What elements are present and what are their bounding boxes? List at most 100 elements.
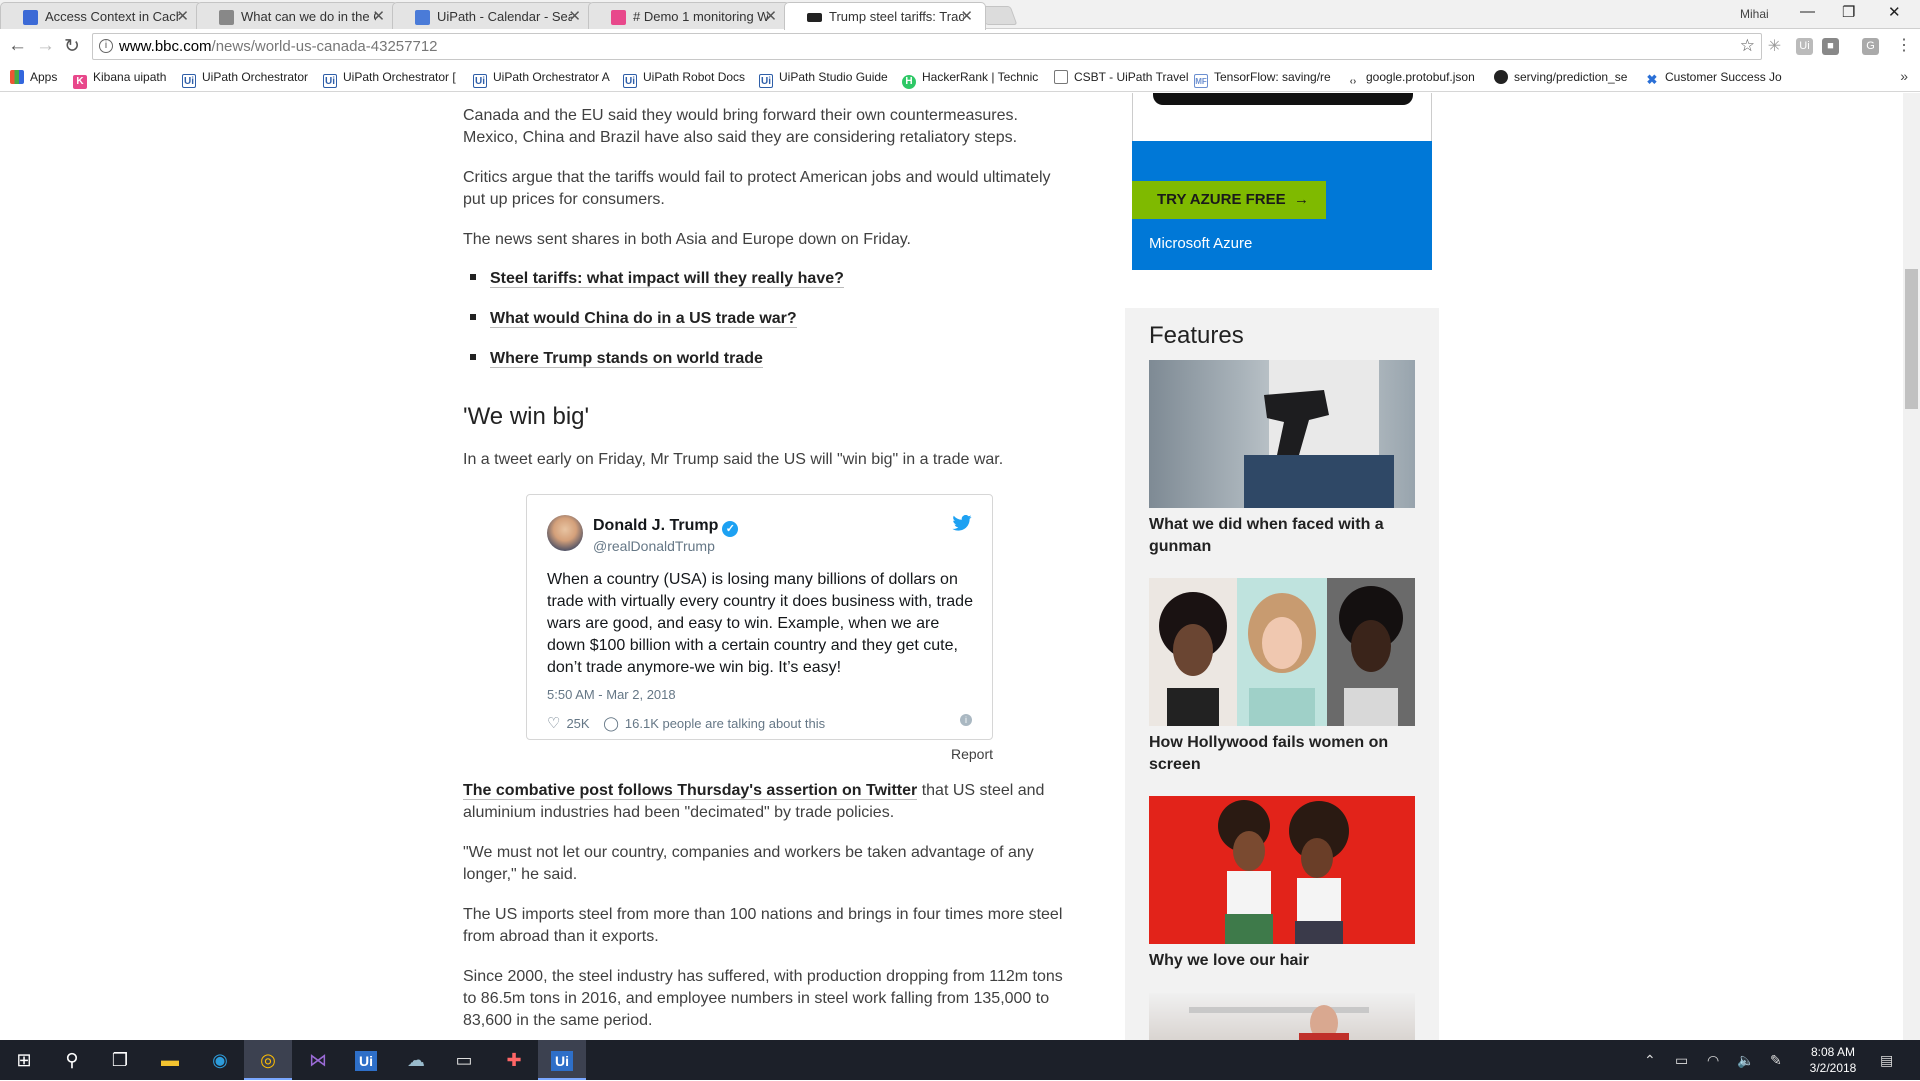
- bookmark-apps[interactable]: Apps: [10, 70, 57, 84]
- bookmark-star-icon[interactable]: ☆: [1740, 36, 1755, 56]
- close-icon[interactable]: ✕: [764, 7, 777, 25]
- inline-link[interactable]: The combative post follows Thursday's as…: [463, 782, 918, 800]
- feature-image-partial[interactable]: [1149, 993, 1415, 1040]
- taskbar-clock[interactable]: 8:08 AM 3/2/2018: [1800, 1044, 1866, 1076]
- bookmark-label: Customer Success Jo: [1665, 70, 1782, 84]
- related-link-item[interactable]: Steel tariffs: what impact will they rea…: [470, 270, 844, 288]
- ad-image[interactable]: [1132, 93, 1432, 141]
- feature-caption[interactable]: How Hollywood fails women on screen: [1149, 732, 1415, 776]
- uipath-robot-icon[interactable]: Ui: [538, 1040, 586, 1080]
- bookmark-orchestrator-1[interactable]: Ui UiPath Orchestrator: [182, 70, 308, 88]
- more-bookmarks-icon[interactable]: »: [1900, 68, 1908, 84]
- feature-caption[interactable]: What we did when faced with a gunman: [1149, 514, 1415, 558]
- tab-2[interactable]: UiPath - Calendar - Sear ✕: [392, 2, 594, 29]
- extension-icon[interactable]: ■: [1822, 38, 1839, 55]
- kibana-icon: K: [73, 75, 87, 89]
- report-link[interactable]: Report: [951, 746, 993, 762]
- menu-kebab-icon[interactable]: ⋮: [1896, 35, 1912, 55]
- close-icon[interactable]: ✕: [176, 7, 189, 25]
- scrollbar-thumb[interactable]: [1905, 269, 1918, 409]
- bookmark-label: Kibana uipath: [93, 70, 167, 84]
- search-icon[interactable]: ⚲: [48, 1040, 96, 1080]
- file-explorer-icon[interactable]: ▬: [146, 1040, 194, 1080]
- feature-caption[interactable]: Why we love our hair: [1149, 950, 1415, 972]
- related-link-item[interactable]: Where Trump stands on world trade: [470, 350, 763, 368]
- back-icon[interactable]: ←: [8, 35, 27, 57]
- close-icon[interactable]: ✕: [960, 7, 973, 25]
- talking-count[interactable]: 16.1K people are talking about this: [625, 716, 825, 731]
- twitter-bird-icon[interactable]: [952, 514, 972, 531]
- like-count[interactable]: 25K: [566, 716, 589, 731]
- hackerrank-icon: H: [902, 75, 916, 89]
- browser-toolbar: ← → ↻ i www.bbc.com/news/world-us-canada…: [0, 29, 1920, 64]
- bookmark-customer-success[interactable]: ✖ Customer Success Jo: [1645, 70, 1782, 87]
- wifi-icon[interactable]: ◠: [1707, 1052, 1719, 1069]
- tweet-timestamp[interactable]: 5:50 AM - Mar 2, 2018: [547, 687, 676, 702]
- close-window-icon[interactable]: ✕: [1888, 3, 1901, 21]
- forward-icon[interactable]: →: [36, 35, 55, 57]
- url-path: /news/world-us-canada-43257712: [211, 38, 438, 55]
- task-view-icon[interactable]: ❐: [96, 1040, 144, 1080]
- vertical-scrollbar[interactable]: [1903, 93, 1920, 1040]
- tweet-author[interactable]: Donald J. Trump ✓: [593, 517, 739, 537]
- app-icon[interactable]: ✚: [490, 1040, 538, 1080]
- bookmark-csbt[interactable]: CSBT - UiPath Travel: [1054, 70, 1188, 84]
- windows-start-icon[interactable]: ⊞: [0, 1040, 48, 1080]
- tab-3[interactable]: # Demo 1 monitoring W ✕: [588, 2, 790, 29]
- reload-icon[interactable]: ↻: [64, 35, 80, 58]
- volume-icon[interactable]: 🔈: [1737, 1052, 1754, 1069]
- related-link[interactable]: Where Trump stands on world trade: [490, 350, 763, 368]
- close-icon[interactable]: ✕: [568, 7, 581, 25]
- extension-spark-icon[interactable]: ✳: [1766, 38, 1783, 55]
- related-link-item[interactable]: What would China do in a US trade war?: [470, 310, 797, 328]
- uipath-extension-icon[interactable]: Ui: [1796, 38, 1813, 55]
- try-azure-button[interactable]: TRY AZURE FREE →: [1132, 181, 1326, 219]
- chrome-icon[interactable]: ◎: [244, 1040, 292, 1080]
- edge-icon[interactable]: ◉: [196, 1040, 244, 1080]
- info-icon[interactable]: i: [960, 714, 972, 726]
- profile-name[interactable]: Mihai: [1740, 7, 1769, 21]
- tweet-handle[interactable]: @realDonaldTrump: [593, 538, 715, 554]
- bookmark-serving[interactable]: serving/prediction_se: [1494, 70, 1627, 84]
- minimize-icon[interactable]: —: [1800, 3, 1815, 20]
- feature-image-hollywood[interactable]: [1149, 578, 1415, 726]
- pen-icon[interactable]: ✎: [1770, 1052, 1782, 1069]
- feature-image-hair[interactable]: [1149, 796, 1415, 944]
- notification-center-icon[interactable]: ▤: [1880, 1052, 1893, 1069]
- uipath-icon: Ui: [473, 74, 487, 88]
- ad-brand: Microsoft Azure: [1149, 235, 1253, 252]
- grammarly-extension-icon[interactable]: G: [1862, 38, 1879, 55]
- command-prompt-icon[interactable]: ▭: [440, 1040, 488, 1080]
- azure-ad[interactable]: TRY AZURE FREE → Microsoft Azure: [1132, 141, 1432, 270]
- tweet-author-name[interactable]: Donald J. Trump: [593, 517, 718, 534]
- heart-icon[interactable]: ♡: [547, 715, 560, 732]
- address-bar[interactable]: i www.bbc.com/news/world-us-canada-43257…: [92, 33, 1762, 60]
- restore-icon[interactable]: ❐: [1842, 3, 1855, 21]
- bookmark-robot-docs[interactable]: Ui UiPath Robot Docs: [623, 70, 745, 88]
- network-app-icon[interactable]: ☁: [392, 1040, 440, 1080]
- close-icon[interactable]: ✕: [372, 7, 385, 25]
- ad-device-graphic: [1153, 93, 1413, 105]
- uipath-studio-icon[interactable]: Ui: [342, 1040, 390, 1080]
- visual-studio-icon[interactable]: ⋈: [294, 1040, 342, 1080]
- avatar[interactable]: [547, 515, 583, 551]
- tab-1[interactable]: What can we do in the C ✕: [196, 2, 398, 29]
- bookmark-protobuf[interactable]: ‹› google.protobuf.json: [1346, 70, 1475, 89]
- show-hidden-icons-chevron-icon[interactable]: ⌃: [1644, 1052, 1656, 1069]
- bookmark-orchestrator-3[interactable]: Ui UiPath Orchestrator A: [473, 70, 610, 88]
- bookmark-hackerrank[interactable]: H HackerRank | Technic: [902, 70, 1038, 89]
- feature-image-gunman[interactable]: [1149, 360, 1415, 508]
- related-link[interactable]: Steel tariffs: what impact will they rea…: [490, 270, 844, 288]
- battery-icon[interactable]: ▭: [1675, 1052, 1688, 1069]
- related-link[interactable]: What would China do in a US trade war?: [490, 310, 797, 328]
- tab-strip: Access Context in Cache ✕ What can we do…: [0, 0, 1920, 30]
- tab-4-active[interactable]: Trump steel tariffs: Trade ✕: [784, 2, 986, 30]
- info-icon[interactable]: i: [99, 39, 113, 53]
- bookmark-orchestrator-2[interactable]: Ui UiPath Orchestrator [: [323, 70, 456, 88]
- bookmark-tensorflow[interactable]: MF TensorFlow: saving/re: [1194, 70, 1331, 88]
- tab-favicon: [415, 10, 430, 25]
- tab-0[interactable]: Access Context in Cache ✕: [0, 2, 202, 29]
- bookmark-studio-guide[interactable]: Ui UiPath Studio Guide: [759, 70, 888, 88]
- reply-bubble-icon[interactable]: ◯: [603, 715, 619, 731]
- bookmark-kibana[interactable]: K Kibana uipath: [73, 70, 166, 89]
